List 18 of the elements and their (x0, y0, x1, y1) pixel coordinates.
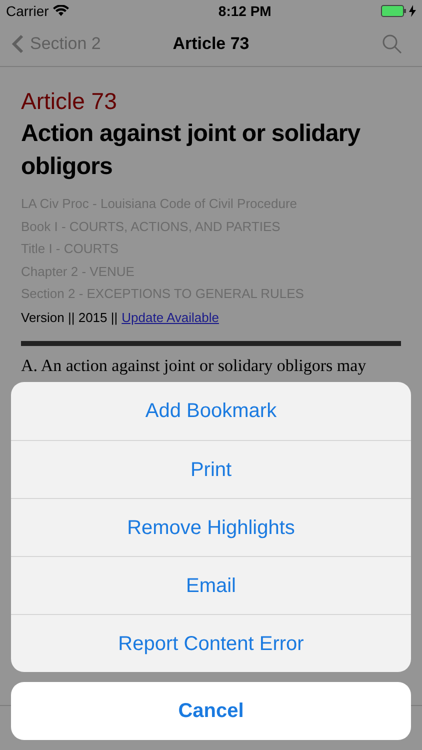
cancel-button[interactable]: Cancel (11, 682, 411, 740)
wifi-icon (52, 5, 69, 17)
body-text: A. An action against joint or solidary obligors may (21, 356, 368, 376)
action-sheet-option[interactable]: Report Content Error (11, 614, 411, 672)
battery-icon (380, 5, 407, 17)
carrier-label: Carrier (6, 2, 49, 20)
article-title: Action against joint or solidary obligors (21, 119, 362, 182)
clock: 8:12 PM (218, 2, 272, 20)
search-icon[interactable] (382, 34, 402, 54)
update-link[interactable]: Update Available (122, 308, 219, 327)
nav-title: Article 73 (172, 33, 250, 56)
article-number: Article 73 (21, 87, 118, 115)
version-info: Version || 2015 || (21, 308, 118, 327)
action-sheet-option[interactable]: Print (11, 440, 411, 498)
back-chevron-icon[interactable] (12, 34, 24, 54)
action-sheet-option[interactable]: Email (11, 556, 411, 614)
action-sheet-option[interactable]: Remove Highlights (11, 498, 411, 556)
action-sheet-option[interactable]: Add Bookmark (11, 382, 411, 440)
